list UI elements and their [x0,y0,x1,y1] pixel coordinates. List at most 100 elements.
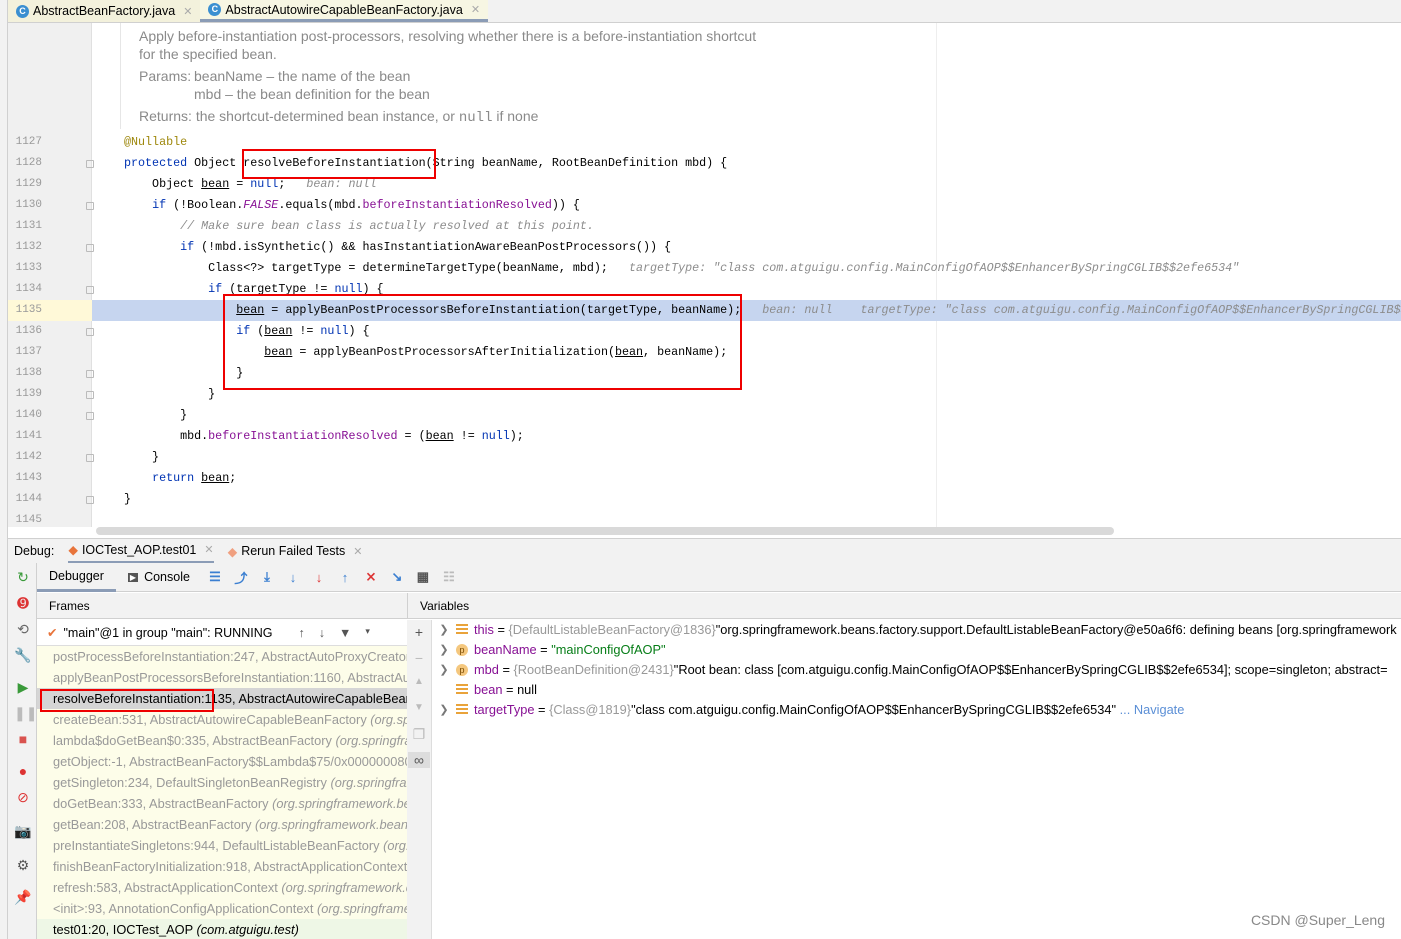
code-line[interactable]: // Make sure bean class is actually reso… [124,216,594,237]
variable-row[interactable]: ❯ p mbd = {RootBeanDefinition@2431} "Root … [432,660,1401,680]
code-line[interactable]: } [124,489,131,510]
line-number[interactable]: 1128 [8,157,42,169]
expand-chevron-icon[interactable]: ❯ [432,620,456,640]
evaluate-expression-icon[interactable]: ▦ [410,569,436,585]
code-line[interactable]: mbd.beforeInstantiationResolved = (bean … [124,426,524,447]
rerun-icon[interactable]: ↻ [14,569,32,586]
resume-icon[interactable]: ▶ [14,679,32,696]
line-number[interactable]: 1144 [8,493,42,505]
show-watches-icon[interactable]: ∞ [408,752,430,768]
stack-frame[interactable]: lambda$doGetBean$0:335, AbstractBeanFact… [37,730,407,751]
step-out-icon[interactable]: ↑ [332,570,358,585]
code-editor[interactable]: Apply before-instantiation post-processo… [92,23,1401,527]
code-line[interactable]: @Nullable [124,132,187,153]
line-number[interactable]: 1134 [8,283,42,295]
thread-selector[interactable]: ✔ "main"@1 in group "main": RUNNING ↑ ↓ … [37,620,407,646]
duplicate-watch-icon[interactable]: ❐ [410,726,428,743]
stack-frame[interactable]: getSingleton:234, DefaultSingletonBeanRe… [37,772,407,793]
settings-wrench-icon[interactable]: 🔧 [14,647,32,664]
close-icon[interactable]: ✕ [353,545,362,558]
expand-chevron-icon[interactable]: ❯ [432,640,456,660]
pin-icon[interactable]: 📌 [14,889,32,906]
line-number[interactable]: 1137 [8,346,42,358]
tab-console[interactable]: ▶ Console [116,563,202,592]
variable-row[interactable]: ❯ targetType = {Class@1819} "class com.at… [432,700,1401,720]
camera-icon[interactable]: 📷 [14,823,32,840]
tab-abstract-bean-factory[interactable]: C AbstractBeanFactory.java ✕ [8,0,201,22]
code-line[interactable]: } [124,447,159,468]
stack-frame[interactable]: preInstantiateSingletons:944, DefaultLis… [37,835,407,856]
stack-frame[interactable]: getObject:-1, AbstractBeanFactory$$Lambd… [37,751,407,772]
stack-frame[interactable]: finishBeanFactoryInitialization:918, Abs… [37,856,407,877]
run-to-cursor-icon[interactable]: ↘ [384,569,410,585]
pause-icon[interactable]: ❚❚ [14,705,37,722]
stack-frame[interactable]: test01:20, IOCTest_AOP (com.atguigu.test… [37,919,407,939]
line-number[interactable]: 1139 [8,388,42,400]
stop-icon[interactable]: ■ [14,731,32,747]
variable-row[interactable]: ❯ this = {DefaultListableBeanFactory@1836… [432,620,1401,640]
expand-chevron-icon[interactable]: ❯ [432,660,456,680]
line-number[interactable]: 1127 [8,136,42,148]
filter-icon[interactable]: ▼ [339,626,351,640]
fold-marker-icon[interactable] [86,496,94,504]
rerun-failed-icon[interactable]: ➒ [14,595,32,612]
line-number[interactable]: 1135 [8,304,42,316]
layout-menu-icon[interactable]: ☰ [202,569,228,585]
previous-frame-icon[interactable]: ↑ [298,626,304,640]
line-number[interactable]: 1129 [8,178,42,190]
fold-marker-icon[interactable] [86,370,94,378]
restore-layout-icon[interactable]: ⟲ [14,621,32,638]
debug-tab-rerun-failed[interactable]: ◆ Rerun Failed Tests ✕ [228,539,363,564]
expand-chevron-icon[interactable]: ❯ [432,700,456,720]
line-number[interactable]: 1145 [8,514,42,526]
remove-watch-icon[interactable]: − [410,650,428,666]
line-number[interactable]: 1140 [8,409,42,421]
debug-tab-test01[interactable]: ◆ IOCTest_AOP.test01 ✕ [68,539,214,564]
stack-frame[interactable]: refresh:583, AbstractApplicationContext … [37,877,407,898]
line-number[interactable]: 1133 [8,262,42,274]
line-number[interactable]: 1131 [8,220,42,232]
fold-marker-icon[interactable] [86,244,94,252]
fold-marker-icon[interactable] [86,286,94,294]
line-number[interactable]: 1143 [8,472,42,484]
new-watch-icon[interactable]: + [410,624,428,640]
step-into-icon[interactable]: ↓ [280,570,306,585]
fold-marker-icon[interactable] [86,391,94,399]
line-number[interactable]: 1142 [8,451,42,463]
code-line[interactable]: if (!mbd.isSynthetic() && hasInstantiati… [124,237,671,258]
line-number[interactable]: 1130 [8,199,42,211]
dropdown-icon[interactable]: ▾ [365,626,370,640]
tab-debugger[interactable]: Debugger [37,563,116,592]
trace-stream-icon[interactable]: ☷ [436,569,462,585]
stack-frame[interactable]: <init>:93, AnnotationConfigApplicationCo… [37,898,407,919]
stack-frame[interactable]: doGetBean:333, AbstractBeanFactory (org.… [37,793,407,814]
fold-marker-icon[interactable] [86,160,94,168]
line-number[interactable]: 1136 [8,325,42,337]
code-line[interactable]: if (!Boolean.FALSE.equals(mbd.beforeInst… [124,195,580,216]
close-icon[interactable]: ✕ [183,5,192,18]
stack-frame[interactable]: applyBeanPostProcessorsBeforeInstantiati… [37,667,407,688]
tab-abstract-autowire-capable-bean-factory[interactable]: C AbstractAutowireCapableBeanFactory.java… [200,0,489,22]
stack-frame[interactable]: getBean:208, AbstractBeanFactory (org.sp… [37,814,407,835]
code-line[interactable]: } [124,405,187,426]
stack-frame[interactable]: postProcessBeforeInstantiation:247, Abst… [37,646,407,667]
code-line[interactable]: } [124,384,215,405]
step-over-icon[interactable]: ⤓ [254,569,280,585]
line-number[interactable]: 1138 [8,367,42,379]
tool-window-strip[interactable] [0,0,8,939]
stack-frame[interactable]: createBean:531, AbstractAutowireCapableB… [37,709,407,730]
show-execution-point-icon[interactable]: ⤴ [228,568,254,587]
next-frame-icon[interactable]: ↓ [319,626,325,640]
gear-icon[interactable]: ⚙ [14,857,32,874]
variable-row[interactable]: bean = null [432,680,1401,700]
drop-frame-icon[interactable]: ⨯ [358,569,384,585]
force-step-into-icon[interactable]: ↓ [306,570,332,585]
fold-marker-icon[interactable] [86,412,94,420]
code-line[interactable]: return bean; [124,468,236,489]
horizontal-scrollbar[interactable] [96,527,1114,535]
navigate-link[interactable]: ... Navigate [1120,700,1185,720]
fold-marker-icon[interactable] [86,328,94,336]
view-breakpoints-icon[interactable]: ● [14,763,32,779]
fold-marker-icon[interactable] [86,454,94,462]
mute-breakpoints-icon[interactable]: ⊘ [14,789,32,806]
